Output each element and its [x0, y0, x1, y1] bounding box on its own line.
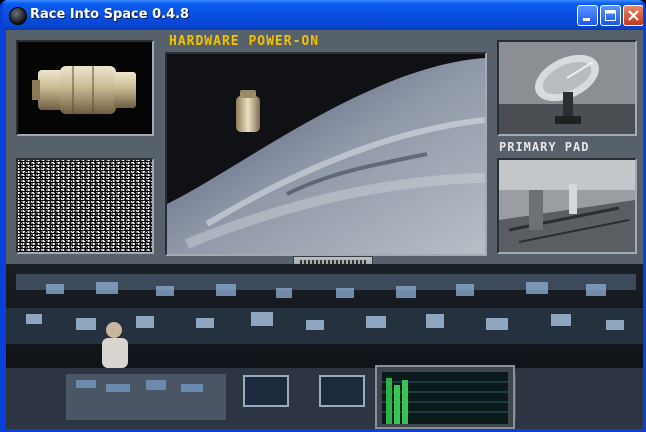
main-monitor	[165, 52, 487, 256]
mission-control-room	[6, 264, 643, 429]
radar-monitor	[497, 40, 637, 136]
main-screen-label: HARDWARE POWER-ON	[169, 34, 320, 49]
level-meter-bar	[394, 385, 400, 424]
maximize-button[interactable]	[600, 5, 621, 26]
capsule-monitor	[16, 40, 154, 136]
minimize-icon	[583, 18, 590, 21]
maximize-icon	[605, 10, 616, 21]
close-button[interactable]	[623, 5, 643, 26]
radar-dish-image	[499, 42, 635, 134]
close-icon	[628, 10, 639, 21]
minimize-button[interactable]	[577, 5, 598, 26]
right-screen-label: PRIMARY PAD	[499, 140, 590, 154]
title-bar[interactable]: Race Into Space 0.4.8	[3, 0, 643, 30]
app-window: Race Into Space 0.4.8 HARDWARE POWER-ON …	[0, 0, 646, 432]
level-meter-bar	[402, 380, 408, 424]
static-monitor	[16, 158, 154, 254]
launch-pad-image	[499, 160, 635, 252]
app-icon[interactable]	[9, 7, 27, 25]
level-meter-bar	[386, 378, 392, 424]
launch-pad-monitor	[497, 158, 637, 254]
capsule-over-earth-scene	[167, 54, 485, 254]
capsule-module-image	[18, 42, 152, 134]
window-title: Race Into Space 0.4.8	[30, 7, 190, 22]
game-viewport[interactable]: HARDWARE POWER-ON PRIMARY PAD	[6, 30, 643, 429]
mission-control-scene	[6, 264, 643, 429]
